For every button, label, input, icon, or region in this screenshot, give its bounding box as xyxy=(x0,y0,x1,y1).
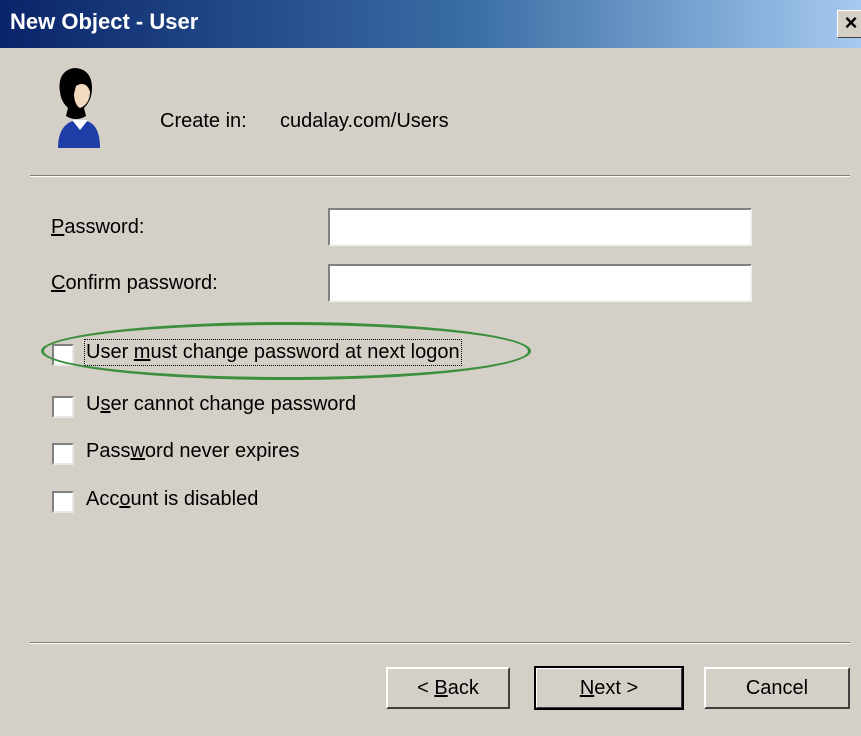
close-icon: × xyxy=(844,10,858,35)
back-button[interactable]: < Back xyxy=(386,667,510,709)
must-change-password-checkbox[interactable] xyxy=(52,344,74,366)
next-button[interactable]: Next > xyxy=(534,666,684,710)
confirm-password-input[interactable] xyxy=(328,264,752,302)
password-label: Password: xyxy=(51,216,145,238)
dialog-body xyxy=(10,48,861,736)
account-disabled-checkbox[interactable] xyxy=(52,491,74,513)
must-change-password-label[interactable]: User must change password at next logon xyxy=(84,339,462,366)
user-icon xyxy=(58,68,100,148)
new-object-user-dialog: New Object - User × Create in: cudalay.c… xyxy=(0,0,861,736)
cannot-change-password-checkbox[interactable] xyxy=(52,396,74,418)
confirm-password-label: Confirm password: xyxy=(51,272,218,294)
header-divider xyxy=(30,175,850,177)
password-never-expires-checkbox[interactable] xyxy=(52,443,74,465)
password-never-expires-label[interactable]: Password never expires xyxy=(86,440,299,463)
create-in-path: cudalay.com/Users xyxy=(280,110,449,132)
close-button[interactable]: × xyxy=(837,10,861,38)
create-in-label: Create in: xyxy=(160,110,247,132)
cannot-change-password-label[interactable]: User cannot change password xyxy=(86,393,356,416)
cancel-button[interactable]: Cancel xyxy=(704,667,850,709)
footer-divider xyxy=(30,642,850,644)
window-title: New Object - User xyxy=(10,9,199,34)
password-input[interactable] xyxy=(328,208,752,246)
account-disabled-label[interactable]: Account is disabled xyxy=(86,488,258,511)
title-bar[interactable]: New Object - User × xyxy=(0,0,861,48)
